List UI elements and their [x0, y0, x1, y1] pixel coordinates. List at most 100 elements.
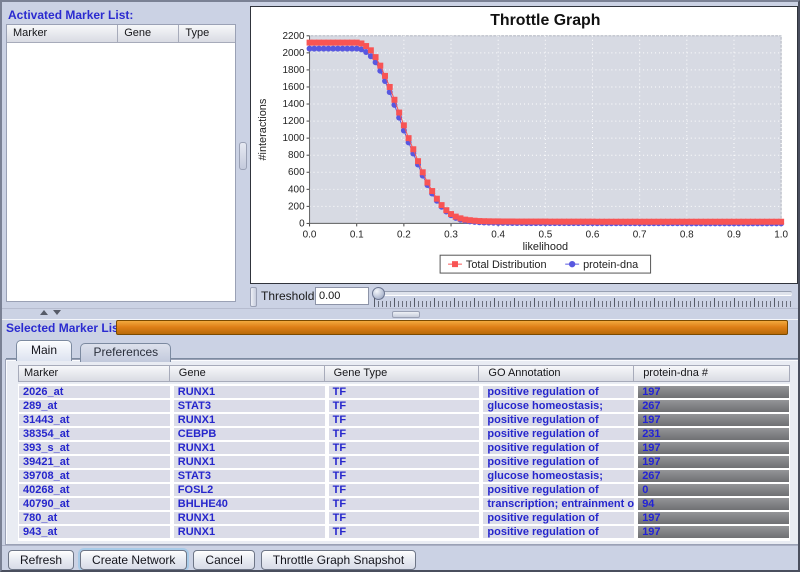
- table-cell[interactable]: 197: [638, 526, 789, 538]
- slider-track[interactable]: [372, 291, 792, 296]
- table-cell[interactable]: TF: [329, 512, 480, 524]
- table-cell[interactable]: positive regulation of: [483, 512, 634, 524]
- table-cell[interactable]: 780_at: [19, 512, 170, 524]
- table-cell[interactable]: BHLHE40: [174, 498, 325, 510]
- activated-marker-panel: Activated Marker List: Marker Gene Type: [6, 6, 236, 306]
- table-row[interactable]: 2026_at RUNX1 TFpositive regulation of 197: [19, 385, 789, 399]
- refresh-button[interactable]: Refresh: [8, 550, 74, 570]
- column-header-gene[interactable]: Gene: [118, 25, 179, 42]
- table-cell[interactable]: TF: [329, 386, 480, 398]
- table-row[interactable]: 393_s_at RUNX1 TFpositive regulation of 197: [19, 441, 789, 455]
- table-cell[interactable]: TF: [329, 456, 480, 468]
- throttle-graph-panel: 0200400600800100012001400160018002000220…: [250, 6, 798, 284]
- activated-marker-table[interactable]: Marker Gene Type: [6, 24, 236, 302]
- activated-marker-table-body[interactable]: [7, 43, 235, 301]
- table-cell[interactable]: 94: [638, 498, 789, 510]
- table-cell[interactable]: 39421_at: [19, 456, 170, 468]
- table-row[interactable]: 31443_at RUNX1 TFpositive regulation of 197: [19, 413, 789, 427]
- table-cell[interactable]: 267: [638, 400, 789, 412]
- column-header-go-annotation[interactable]: GO Annotation: [483, 366, 634, 381]
- table-cell[interactable]: TF: [329, 484, 480, 496]
- table-cell[interactable]: 267: [638, 470, 789, 482]
- tab-preferences[interactable]: Preferences: [80, 343, 171, 362]
- table-cell[interactable]: positive regulation of: [483, 484, 634, 496]
- table-cell[interactable]: RUNX1: [174, 414, 325, 426]
- svg-text:0.1: 0.1: [350, 229, 364, 240]
- table-cell[interactable]: STAT3: [174, 470, 325, 482]
- svg-text:1400: 1400: [283, 99, 306, 110]
- table-cell[interactable]: RUNX1: [174, 512, 325, 524]
- table-cell[interactable]: glucose homeostasis;: [483, 470, 634, 482]
- cancel-button[interactable]: Cancel: [193, 550, 254, 570]
- table-cell[interactable]: positive regulation of: [483, 386, 634, 398]
- column-header-gene-type[interactable]: Gene Type: [329, 366, 480, 381]
- table-cell[interactable]: RUNX1: [174, 442, 325, 454]
- table-row[interactable]: 943_at RUNX1 TFpositive regulation of 197: [19, 525, 789, 539]
- table-row[interactable]: 39708_at STAT3 TFglucose homeostasis; 267: [19, 469, 789, 483]
- horizontal-splitter-handle[interactable]: [392, 311, 420, 318]
- splitter-collapse-down-icon[interactable]: [53, 310, 61, 315]
- table-cell[interactable]: STAT3: [174, 400, 325, 412]
- table-cell[interactable]: TF: [329, 428, 480, 440]
- table-cell[interactable]: 197: [638, 512, 789, 524]
- table-row[interactable]: 40790_at BHLHE40 TFtranscription; entrainm…: [19, 497, 789, 511]
- table-cell[interactable]: 289_at: [19, 400, 170, 412]
- column-header-protein-dna[interactable]: protein-dna #: [638, 366, 789, 381]
- throttle-graph-snapshot-button[interactable]: Throttle Graph Snapshot: [261, 550, 416, 570]
- table-cell[interactable]: FOSL2: [174, 484, 325, 496]
- threshold-slider[interactable]: [372, 287, 792, 307]
- table-cell[interactable]: RUNX1: [174, 456, 325, 468]
- vertical-splitter-handle[interactable]: [239, 142, 247, 170]
- table-cell[interactable]: 40268_at: [19, 484, 170, 496]
- svg-text:1200: 1200: [283, 116, 306, 127]
- selected-marker-progress-bar: [116, 320, 788, 335]
- table-cell[interactable]: 2026_at: [19, 386, 170, 398]
- table-cell[interactable]: positive regulation of: [483, 414, 634, 426]
- vertical-splitter[interactable]: [237, 6, 248, 306]
- table-cell[interactable]: TF: [329, 400, 480, 412]
- table-cell[interactable]: 197: [638, 414, 789, 426]
- table-cell[interactable]: TF: [329, 414, 480, 426]
- table-cell[interactable]: CEBPB: [174, 428, 325, 440]
- tab-main[interactable]: Main: [16, 340, 72, 361]
- table-cell[interactable]: TF: [329, 470, 480, 482]
- table-cell[interactable]: 231: [638, 428, 789, 440]
- table-cell[interactable]: transcription; entrainment of: [483, 498, 634, 510]
- table-cell[interactable]: positive regulation of: [483, 526, 634, 538]
- table-cell[interactable]: RUNX1: [174, 526, 325, 538]
- splitter-collapse-up-icon[interactable]: [40, 310, 48, 315]
- svg-text:200: 200: [288, 201, 305, 212]
- svg-text:0.4: 0.4: [491, 229, 505, 240]
- column-header-gene[interactable]: Gene: [174, 366, 325, 381]
- table-row[interactable]: 40268_at FOSL2 TFpositive regulation of 0: [19, 483, 789, 497]
- table-cell[interactable]: positive regulation of: [483, 428, 634, 440]
- table-cell[interactable]: 943_at: [19, 526, 170, 538]
- table-cell[interactable]: TF: [329, 498, 480, 510]
- table-cell[interactable]: 197: [638, 442, 789, 454]
- table-cell[interactable]: 197: [638, 456, 789, 468]
- table-row[interactable]: 289_at STAT3 TFglucose homeostasis; 267: [19, 399, 789, 413]
- selected-marker-title: Selected Marker List:: [6, 320, 127, 335]
- table-row[interactable]: 780_at RUNX1 TFpositive regulation of 197: [19, 511, 789, 525]
- table-cell[interactable]: TF: [329, 442, 480, 454]
- threshold-input[interactable]: [315, 287, 369, 305]
- table-cell[interactable]: 0: [638, 484, 789, 496]
- table-cell[interactable]: 393_s_at: [19, 442, 170, 454]
- table-cell[interactable]: positive regulation of: [483, 456, 634, 468]
- column-header-marker[interactable]: Marker: [19, 366, 170, 381]
- table-cell[interactable]: positive regulation of: [483, 442, 634, 454]
- table-row[interactable]: 39421_at RUNX1 TFpositive regulation of 197: [19, 455, 789, 469]
- table-cell[interactable]: 40790_at: [19, 498, 170, 510]
- table-cell[interactable]: 39708_at: [19, 470, 170, 482]
- table-cell[interactable]: 31443_at: [19, 414, 170, 426]
- column-header-type[interactable]: Type: [179, 25, 235, 42]
- table-row[interactable]: 38354_at CEBPB TFpositive regulation of 231: [19, 427, 789, 441]
- table-cell[interactable]: TF: [329, 526, 480, 538]
- create-network-button[interactable]: Create Network: [80, 550, 187, 570]
- column-header-marker[interactable]: Marker: [7, 25, 118, 42]
- table-cell[interactable]: glucose homeostasis;: [483, 400, 634, 412]
- table-cell[interactable]: 38354_at: [19, 428, 170, 440]
- table-cell[interactable]: RUNX1: [174, 386, 325, 398]
- table-cell[interactable]: 197: [638, 386, 789, 398]
- toolbar-grip-icon[interactable]: [250, 287, 257, 307]
